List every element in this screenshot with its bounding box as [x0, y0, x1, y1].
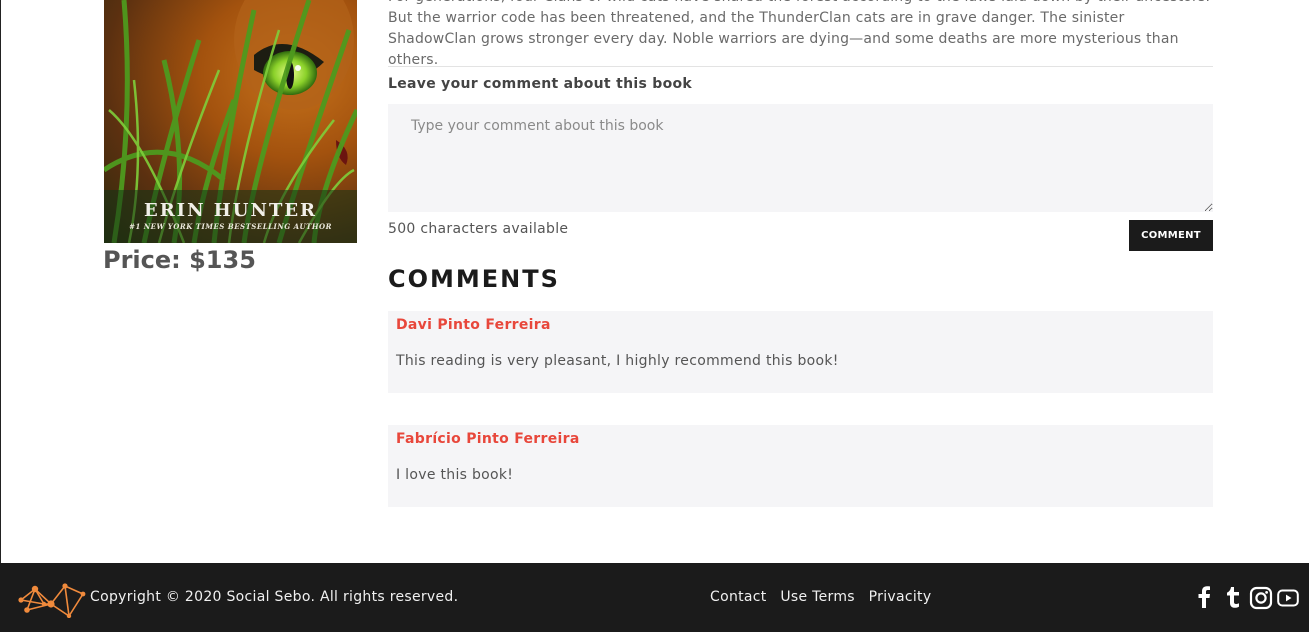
book-cover-image: ERIN HUNTER #1 NEW YORK TIMES BESTSELLIN…: [104, 0, 357, 243]
footer-links: Contact Use Terms Privacity: [710, 589, 940, 605]
footer: Copyright © 2020 Social Sebo. All rights…: [0, 563, 1309, 632]
tumblr-icon[interactable]: [1224, 586, 1242, 612]
comment-author[interactable]: Fabrício Pinto Ferreira: [396, 431, 580, 447]
instagram-icon[interactable]: [1249, 586, 1273, 614]
network-logo-icon: [18, 583, 86, 619]
social-sebo-logo[interactable]: [17, 580, 87, 622]
comment-text: This reading is very pleasant, I highly …: [396, 353, 839, 369]
comments-heading: COMMENTS: [388, 265, 560, 293]
comment-text: I love this book!: [396, 467, 514, 483]
facebook-icon[interactable]: [1196, 586, 1212, 612]
cover-author-name: ERIN HUNTER: [143, 200, 318, 221]
book-price: Price: $135: [103, 246, 256, 274]
privacy-link[interactable]: Privacity: [869, 589, 932, 605]
character-counter: 500 characters available: [388, 221, 569, 237]
comment-item: Fabrício Pinto Ferreira I love this book…: [388, 425, 1213, 507]
copyright-text: Copyright © 2020 Social Sebo. All rights…: [90, 589, 459, 605]
comment-submit-button[interactable]: COMMENT: [1129, 220, 1213, 251]
cover-tagline: #1 NEW YORK TIMES BESTSELLING AUTHOR: [129, 222, 332, 231]
contact-link[interactable]: Contact: [710, 589, 767, 605]
use-terms-link[interactable]: Use Terms: [780, 589, 855, 605]
comment-author[interactable]: Davi Pinto Ferreira: [396, 317, 551, 333]
divider: [388, 66, 1213, 67]
page-content: ERIN HUNTER #1 NEW YORK TIMES BESTSELLIN…: [0, 0, 1309, 563]
book-description: For generations, four Clans of wild cats…: [388, 0, 1210, 68]
comment-input[interactable]: [388, 104, 1213, 212]
comment-item: Davi Pinto Ferreira This reading is very…: [388, 311, 1213, 393]
youtube-icon[interactable]: [1277, 589, 1299, 611]
comment-form-label: Leave your comment about this book: [388, 76, 693, 92]
